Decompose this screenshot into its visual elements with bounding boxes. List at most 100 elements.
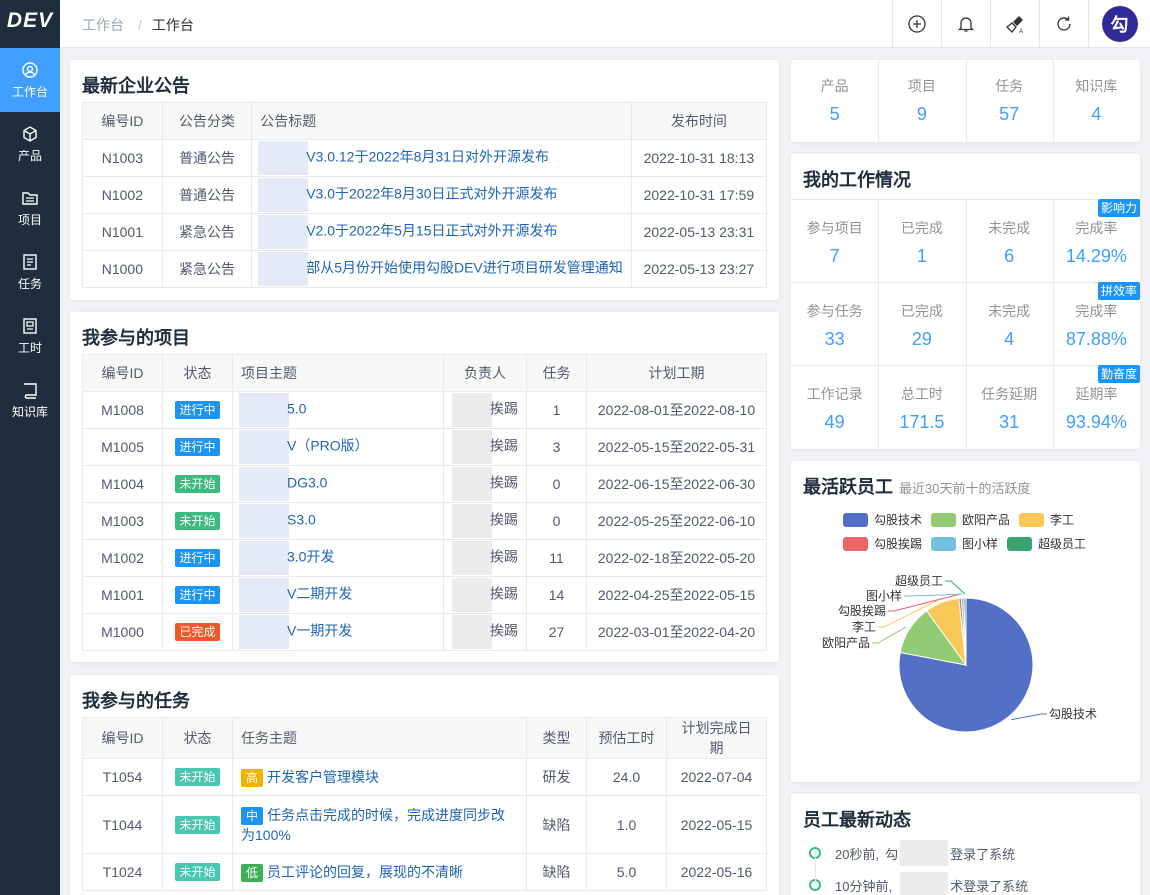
summary-stat[interactable]: 任务 57	[966, 76, 1053, 125]
work-stat: 工作记录 49	[791, 365, 878, 448]
task-link[interactable]: 员工评论的回复，展现的不清晰	[267, 864, 463, 880]
cell-time: 2022-05-13 23:31	[630, 213, 768, 251]
stat-label: 参与任务	[806, 303, 863, 319]
announcement-card: 最新企业公告 编号ID 公告分类 公告标题 发布时间 N1003 普通公告 V3.0…	[70, 60, 779, 300]
sidebar-item-label: 产品	[17, 148, 42, 163]
project-link[interactable]: 5.0	[287, 401, 306, 417]
summary-stat[interactable]: 产品 5	[791, 76, 878, 125]
brush-icon: A	[1006, 16, 1023, 34]
sidebar-item-label: 任务	[17, 276, 42, 291]
notification-button[interactable]	[941, 0, 990, 48]
table-row: N1000 紧急公告 部从5月份开始使用勾股DEV进行项目研发管理通知 2022-05…	[82, 250, 768, 288]
work-stat: 任务延期 31	[966, 365, 1053, 448]
redacted-block	[452, 467, 492, 501]
cell-type: 研发	[526, 758, 587, 796]
divider	[1052, 365, 1054, 448]
work-stat: 参与项目 7	[791, 199, 878, 282]
activity-time: 20秒前,	[835, 846, 880, 862]
divider	[878, 365, 880, 448]
stat-label: 任务	[995, 78, 1024, 94]
redacted-block	[239, 541, 289, 575]
cell-hours: 1.0	[586, 795, 667, 854]
project-link[interactable]: V一期开发	[287, 623, 352, 639]
cell-owner: 挨踢	[490, 548, 518, 565]
stat-value: 93.94%	[1065, 412, 1127, 432]
col-header: 任务主题	[232, 717, 527, 759]
sidebar-item-5[interactable]: 知识库	[0, 368, 60, 432]
col-header: 公告标题	[251, 102, 632, 140]
table-row: T1044 未开始 中任务点击完成的时候，完成进度同步改为100% 缺陷 1.0 2022…	[82, 795, 767, 854]
work-stat: 参与任务 33	[791, 282, 878, 365]
pie-label: 勾股技术	[1049, 707, 1097, 721]
cell-id: N1002	[82, 176, 163, 214]
cell-hours: 5.0	[586, 853, 667, 891]
user-menu[interactable]: 勾	[1088, 0, 1150, 48]
summary-stat[interactable]: 知识库 4	[1053, 76, 1140, 125]
cell-id: T1044	[82, 795, 163, 854]
col-header: 编号ID	[82, 717, 163, 759]
stat-label: 参与项目	[806, 220, 863, 236]
project-link[interactable]: V二期开发	[287, 586, 352, 602]
cell-tasks: 14	[526, 576, 587, 614]
status-badge: 进行中	[175, 586, 220, 604]
redacted-block	[258, 252, 309, 286]
breadcrumb-root[interactable]: 工作台	[82, 17, 124, 33]
cell-owner: 挨踢	[490, 622, 518, 639]
sidebar-item-0[interactable]: 工作台	[0, 48, 60, 112]
task-link[interactable]: 任务点击完成的时候，完成进度同步改为100%	[241, 807, 505, 843]
app-logo[interactable]: DEV	[0, 0, 60, 48]
cell-owner: 挨踢	[490, 474, 518, 491]
col-header: 负责人	[443, 354, 527, 392]
announcement-link[interactable]: V2.0于2022年5月15日正式对外开源发布	[306, 223, 557, 239]
project-link[interactable]: DG3.0	[287, 475, 327, 491]
sidebar-item-2[interactable]: 项目	[0, 176, 60, 240]
stat-value: 6	[1004, 246, 1015, 266]
summary-stat[interactable]: 项目 9	[878, 76, 965, 125]
cell-period: 2022-02-18至2022-05-20	[586, 539, 767, 577]
badge: 勤奋度	[1097, 365, 1140, 383]
stat-value: 7	[829, 246, 840, 266]
announcement-link[interactable]: 部从5月份开始使用勾股DEV进行项目研发管理通知	[306, 260, 623, 276]
announcement-link[interactable]: V3.0于2022年8月30日正式对外开源发布	[306, 186, 557, 202]
sidebar-item-3[interactable]: 任务	[0, 240, 60, 304]
redacted-block	[239, 393, 289, 427]
col-header: 发布时间	[630, 102, 768, 140]
cell-time: 2022-05-13 23:27	[630, 250, 768, 288]
cell-id: M1008	[82, 391, 163, 429]
sidebar-item-1[interactable]: 产品	[0, 112, 60, 176]
announcement-link[interactable]: V3.0.12于2022年8月31日对外开源发布	[306, 149, 549, 165]
project-link[interactable]: S3.0	[287, 512, 316, 528]
cell-tasks: 11	[526, 539, 587, 577]
refresh-button[interactable]	[1039, 0, 1088, 48]
col-header: 状态	[162, 717, 233, 759]
task-link[interactable]: 开发客户管理模块	[267, 769, 379, 785]
project-link[interactable]: V（PRO版）	[287, 438, 369, 454]
sidebar-item-label: 项目	[17, 212, 42, 227]
clear-cache-button[interactable]: A	[990, 0, 1039, 48]
cell-id: T1024	[82, 853, 163, 891]
plus-circle-icon	[908, 15, 926, 33]
activity-item: 10分钟前, 术登录了系统	[809, 872, 1028, 895]
cell-owner: 挨踢	[490, 400, 518, 417]
stat-value: 31	[999, 412, 1020, 432]
cell-time: 2022-10-31 18:13	[630, 139, 768, 177]
refresh-icon	[1057, 16, 1071, 31]
project-link[interactable]: 3.0开发	[287, 549, 334, 565]
stat-label: 已完成	[900, 220, 943, 236]
cell-date: 2022-05-15	[666, 795, 767, 854]
redacted-block	[900, 872, 949, 895]
stat-value: 9	[916, 104, 927, 124]
redacted-block	[452, 541, 492, 575]
stat-value: 29	[911, 329, 932, 349]
sidebar-item-4[interactable]: 工时	[0, 304, 60, 368]
task-card: 我参与的任务 编号ID 状态 任务主题 类型 预估工时 计划完成日期 T1054…	[70, 675, 779, 895]
pie-chart: 勾股技术 欧阳产品 李工勾股挨踢图小样超级员工	[822, 573, 1097, 733]
redacted-block	[452, 430, 492, 464]
status-badge: 未开始	[175, 475, 220, 493]
add-button[interactable]	[892, 0, 941, 48]
cell-time: 2022-10-31 17:59	[630, 176, 768, 214]
cell-tasks: 1	[526, 391, 587, 429]
redacted-block	[258, 215, 309, 249]
stat-value: 4	[1091, 104, 1102, 124]
cell-category: 紧急公告	[161, 213, 253, 251]
